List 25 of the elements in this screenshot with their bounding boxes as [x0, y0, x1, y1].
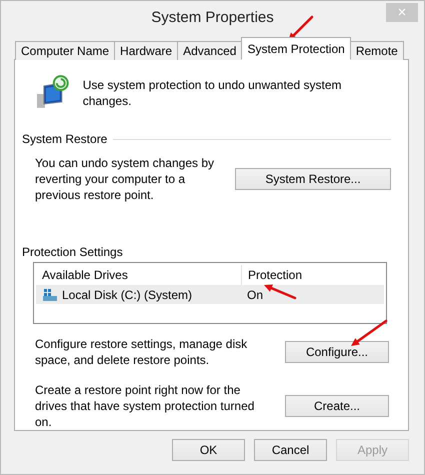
system-restore-button[interactable]: System Restore... [235, 168, 391, 190]
drive-name: Local Disk (C:) (System) [62, 288, 192, 302]
annotation-arrow [264, 284, 296, 300]
column-header[interactable]: Available Drives [36, 265, 241, 285]
annotation-arrow [351, 320, 388, 346]
tab[interactable]: Advanced [177, 41, 242, 60]
window-title: System Properties [151, 8, 274, 26]
tab[interactable]: System Protection [241, 37, 351, 60]
description-text: Create a restore point right now for the drives that have system protection turned on. [35, 382, 256, 430]
drive-row[interactable]: Local Disk (C:) (System) On [36, 285, 384, 304]
tab[interactable]: Remote [350, 41, 404, 60]
protection-status: On [247, 288, 264, 302]
tab[interactable]: Computer Name [15, 41, 116, 60]
action-button[interactable]: Configure... [285, 341, 389, 363]
description-text: Configure restore settings, manage disk space, and delete restore points. [35, 336, 248, 368]
computer-restore-icon [35, 74, 71, 110]
description-text: You can undo system changes by reverting your computer to a previous restore point. [35, 155, 216, 203]
drive-icon [42, 288, 58, 302]
tab[interactable]: Hardware [114, 41, 178, 60]
intro-text: Use system protection to undo unwanted system changes. [82, 77, 342, 109]
dialog-button[interactable]: Cancel [254, 439, 327, 461]
section-heading: System Restore [22, 131, 108, 147]
action-button[interactable]: Create... [285, 395, 389, 417]
dialog-button[interactable]: OK [172, 439, 245, 461]
section-heading: Protection Settings [22, 244, 123, 260]
